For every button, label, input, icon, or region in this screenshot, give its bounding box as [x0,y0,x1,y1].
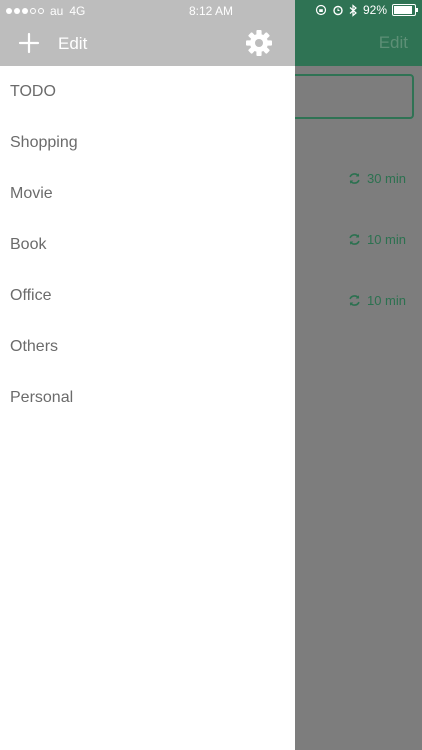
duration-label: 30 min [366,170,406,186]
bluetooth-icon [349,3,357,17]
list-item[interactable]: 10 min [348,290,406,310]
duration-label: 10 min [366,292,406,308]
category-item-office[interactable]: Office [0,270,295,321]
list-item[interactable]: 10 min [348,229,406,249]
rotation-lock-icon [315,4,327,16]
list-item[interactable]: 30 min [348,168,406,188]
repeat-icon [349,233,360,245]
gear-icon[interactable] [245,29,273,57]
side-drawer: Edit TODO Shopping Movie Book Office Oth… [0,0,295,750]
status-right: 92% [315,3,418,17]
edit-button[interactable]: Edit [58,34,87,54]
add-icon[interactable] [16,30,42,56]
category-item-others[interactable]: Others [0,321,295,372]
duration-label: 10 min [366,231,406,247]
category-item-todo[interactable]: TODO [0,66,295,117]
status-bar: au 4G 8:12 AM 92% [0,0,422,22]
repeat-icon [349,172,360,184]
category-item-personal[interactable]: Personal [0,372,295,423]
main-edit-button[interactable]: Edit [379,33,408,53]
alarm-icon [333,5,343,16]
battery-icon [392,4,418,16]
category-item-book[interactable]: Book [0,219,295,270]
category-item-movie[interactable]: Movie [0,168,295,219]
category-list: TODO Shopping Movie Book Office Others P… [0,66,295,423]
category-item-shopping[interactable]: Shopping [0,117,295,168]
repeat-icon [349,294,360,306]
battery-percent: 92% [362,3,387,17]
